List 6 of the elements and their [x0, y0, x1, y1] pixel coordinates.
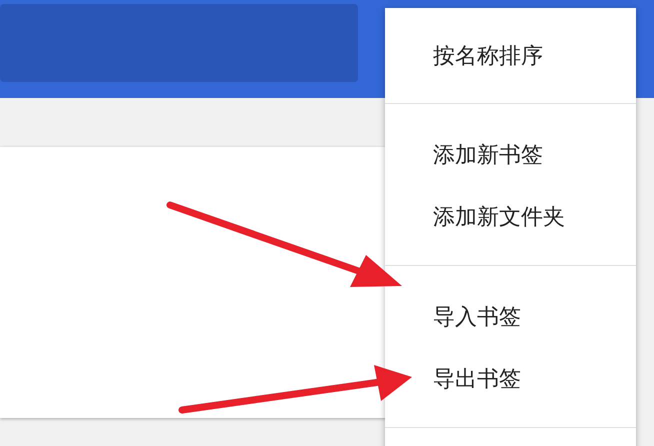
menu-item[interactable]: 导出书签 — [385, 348, 636, 410]
menu-item[interactable]: 按名称排序 — [385, 32, 636, 80]
menu-item[interactable]: 添加新文件夹 — [385, 186, 636, 248]
menu-item[interactable]: 导入书签 — [385, 286, 636, 348]
menu-item[interactable]: 添加新书签 — [385, 124, 636, 186]
search-field[interactable] — [0, 4, 358, 82]
